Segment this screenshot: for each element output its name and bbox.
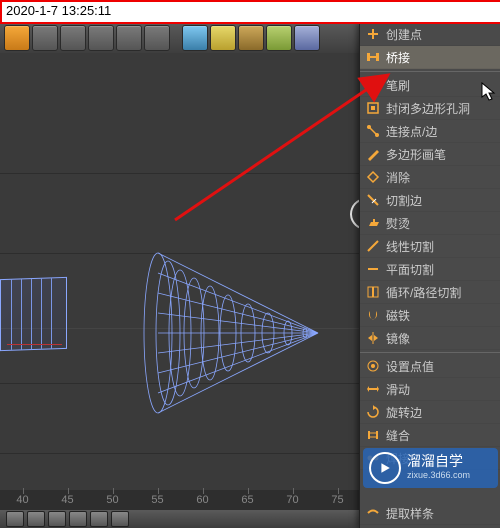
menu-item-polypen[interactable]: 多边形画笔 [360, 143, 500, 166]
playback-button[interactable] [6, 511, 24, 527]
menu-item-stitch[interactable]: 缝合 [360, 424, 500, 447]
stitch-icon [366, 428, 380, 442]
set-point-icon [366, 359, 380, 373]
menu-item-brush[interactable]: 笔刷 [360, 74, 500, 97]
menu-item-set-point[interactable]: 设置点值 [360, 355, 500, 378]
menu-item-label: 线性切割 [386, 238, 434, 255]
connect-icon [366, 124, 380, 138]
toolbar-button[interactable] [266, 25, 292, 51]
toolbar-button[interactable] [60, 25, 86, 51]
timeline-tick: 75 [315, 494, 360, 506]
menu-item-edge-cut[interactable]: 切割边 [360, 189, 500, 212]
toolbar-button[interactable] [32, 25, 58, 51]
toolbar-button[interactable] [144, 25, 170, 51]
top-toolbar [0, 23, 364, 54]
menu-item-label: 消除 [386, 169, 410, 186]
menu-item-close-hole[interactable]: 封闭多边形孔洞 [360, 97, 500, 120]
menu-item-label: 桥接 [386, 49, 410, 66]
timestamp-banner: 2020-1-7 13:25:11 [0, 0, 500, 24]
logo-url: zixue.3d66.com [407, 468, 470, 482]
menu-item-magnet[interactable]: 磁铁 [360, 304, 500, 327]
menu-item-extract[interactable]: 提取样条 [360, 502, 500, 525]
playback-button[interactable] [111, 511, 129, 527]
playback-button[interactable] [27, 511, 45, 527]
playback-button[interactable] [90, 511, 108, 527]
bridge-icon [366, 50, 380, 64]
extract-icon [366, 506, 380, 520]
plus-icon [366, 27, 380, 41]
playback-button[interactable] [48, 511, 66, 527]
timestamp-text: 2020-1-7 13:25:11 [6, 3, 111, 18]
menu-item-label: 镜像 [386, 330, 410, 347]
menu-item-loop-cut[interactable]: 循环/路径切割 [360, 281, 500, 304]
plane-cut-icon [366, 262, 380, 276]
menu-item-line-cut[interactable]: 线性切割 [360, 235, 500, 258]
menu-item-plane-cut[interactable]: 平面切割 [360, 258, 500, 281]
timeline-ruler[interactable]: 40 45 50 55 60 65 70 75 [0, 490, 360, 510]
mirror-icon [366, 331, 380, 345]
close-hole-icon [366, 101, 380, 115]
timeline-tick: 50 [90, 494, 135, 506]
cone-wireframe-object[interactable] [140, 248, 325, 418]
menu-item-label: 磁铁 [386, 307, 410, 324]
dissolve-icon [366, 170, 380, 184]
timeline-tick: 65 [225, 494, 270, 506]
edge-cut-icon [366, 193, 380, 207]
x-axis-indicator [7, 344, 62, 345]
menu-item-spin[interactable]: 旋转边 [360, 401, 500, 424]
toolbar-button[interactable] [4, 25, 30, 51]
menu-item-label: 旋转边 [386, 404, 422, 421]
playback-button[interactable] [69, 511, 87, 527]
menu-item-label: 封闭多边形孔洞 [386, 100, 470, 117]
timeline-tick: 40 [0, 494, 45, 506]
menu-item-label: 设置点值 [386, 358, 434, 375]
menu-item-connect[interactable]: 连接点/边 [360, 120, 500, 143]
menu-item-label: 创建点 [386, 26, 422, 43]
menu-item-bridge[interactable]: 桥接 [360, 46, 500, 69]
menu-item-label: 滑动 [386, 381, 410, 398]
mouse-cursor-icon [481, 82, 497, 102]
logo-brand: 溜溜自学 [407, 454, 470, 468]
watermark-logo: 溜溜自学 zixue.3d66.com [363, 448, 498, 488]
timeline-tick: 55 [135, 494, 180, 506]
menu-item-iron[interactable]: 熨烫 [360, 212, 500, 235]
polypen-icon [366, 147, 380, 161]
toolbar-button[interactable] [88, 25, 114, 51]
menu-item-plus[interactable]: 创建点 [360, 23, 500, 46]
menu-item-label: 循环/路径切割 [386, 284, 461, 301]
menu-item-mirror[interactable]: 镜像 [360, 327, 500, 350]
menu-item-label: 连接点/边 [386, 123, 437, 140]
line-cut-icon [366, 239, 380, 253]
play-icon [369, 452, 401, 484]
menu-item-label: 提取样条 [386, 505, 434, 522]
timeline-tick: 60 [180, 494, 225, 506]
iron-icon [366, 216, 380, 230]
menu-item-label: 缝合 [386, 427, 410, 444]
toolbar-button[interactable] [210, 25, 236, 51]
viewport-3d[interactable] [0, 53, 360, 528]
timeline-tick: 70 [270, 494, 315, 506]
menu-item-label: 平面切割 [386, 261, 434, 278]
toolbar-button[interactable] [294, 25, 320, 51]
brush-icon [366, 78, 380, 92]
menu-item-slide[interactable]: 滑动 [360, 378, 500, 401]
box-wireframe-object[interactable] [0, 277, 67, 351]
menu-item-label: 笔刷 [386, 77, 410, 94]
magnet-icon [366, 308, 380, 322]
menu-item-dissolve[interactable]: 消除 [360, 166, 500, 189]
menu-item-label: 切割边 [386, 192, 422, 209]
timeline-tick: 45 [45, 494, 90, 506]
toolbar-button[interactable] [238, 25, 264, 51]
spin-icon [366, 405, 380, 419]
menu-item-label: 熨烫 [386, 215, 410, 232]
loop-cut-icon [366, 285, 380, 299]
bottom-playback-bar [0, 510, 360, 528]
menu-item-label: 多边形画笔 [386, 146, 446, 163]
toolbar-button[interactable] [182, 25, 208, 51]
toolbar-button[interactable] [116, 25, 142, 51]
slide-icon [366, 382, 380, 396]
